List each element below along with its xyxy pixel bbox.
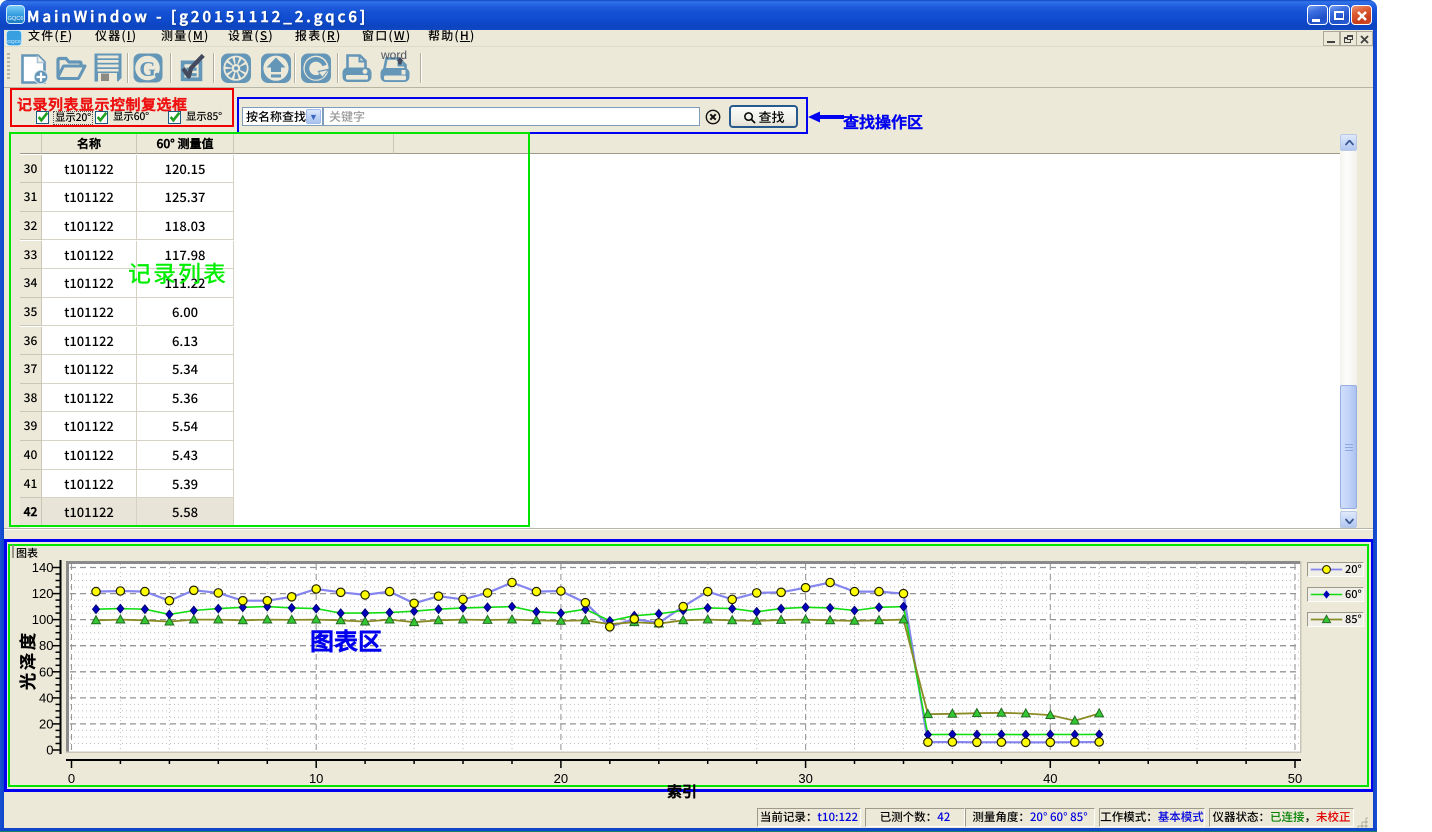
svg-text:GQC6: GQC6	[7, 16, 23, 22]
svg-text:G: G	[139, 57, 155, 81]
svg-text:GQC6: GQC6	[7, 39, 21, 45]
